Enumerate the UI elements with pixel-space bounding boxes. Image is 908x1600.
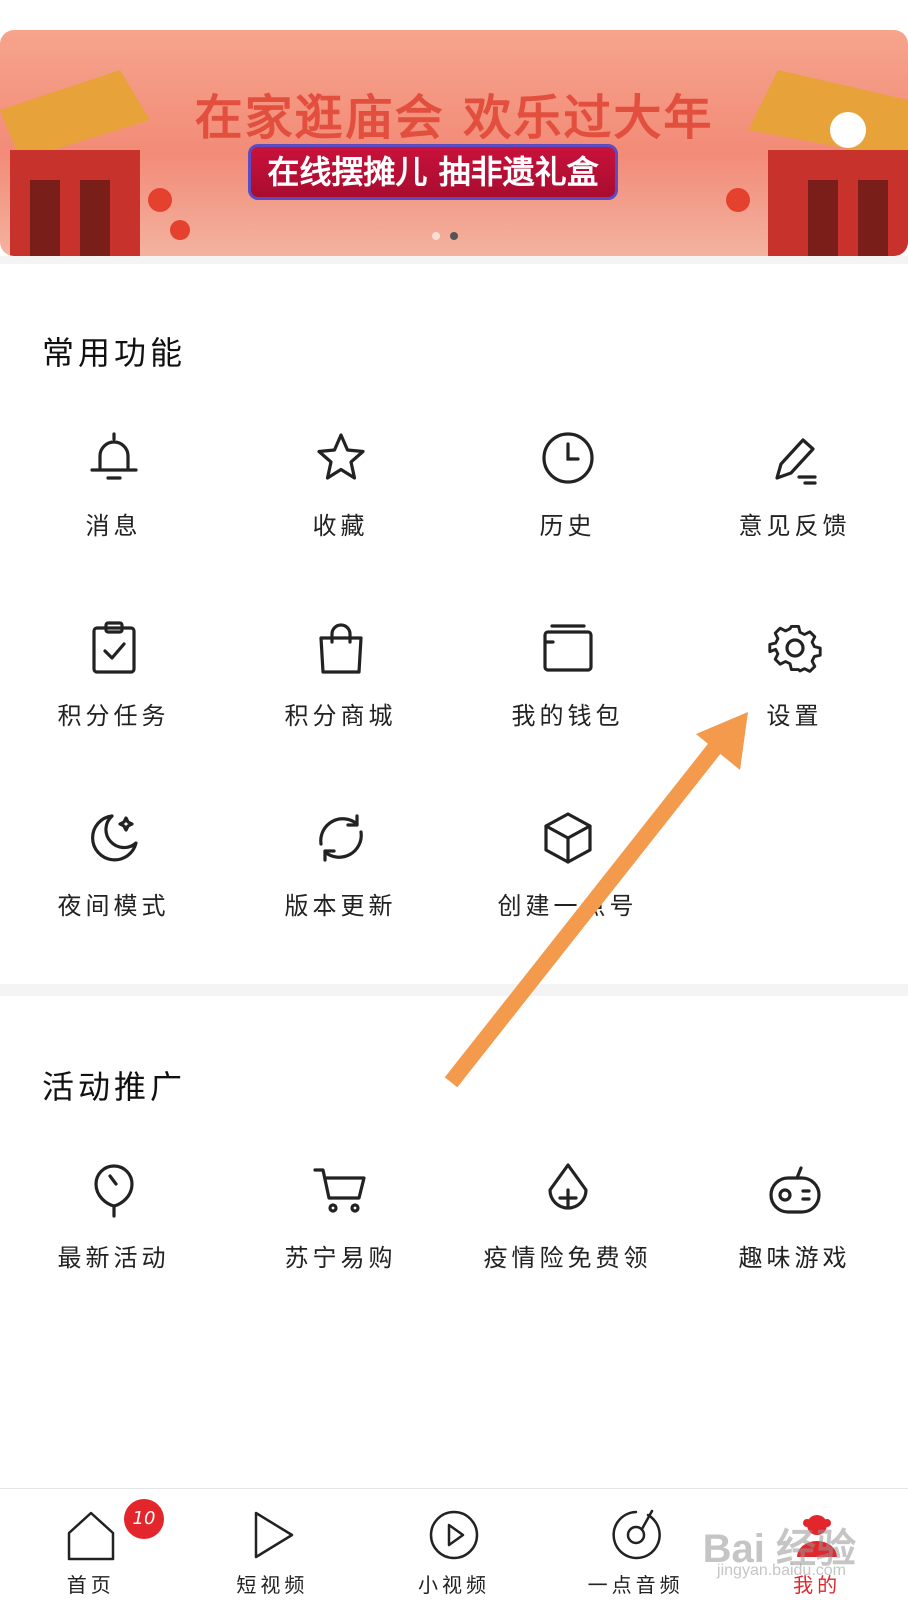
menu-item-label: 设置 bbox=[766, 702, 823, 730]
bell-icon bbox=[84, 428, 144, 488]
menu-item-label: 消息 bbox=[85, 512, 142, 540]
menu-item-label: 我的钱包 bbox=[511, 702, 624, 730]
wallet-icon bbox=[538, 618, 598, 678]
menu-item-label: 创建一点号 bbox=[497, 892, 638, 920]
section-divider bbox=[0, 984, 908, 996]
promo-banner[interactable]: 在家逛庙会 欢乐过大年 在线摆摊儿 抽非遗礼盒 bbox=[0, 30, 908, 256]
banner-subtitle: 在线摆摊儿 抽非遗礼盒 bbox=[248, 144, 618, 200]
star-icon bbox=[311, 428, 371, 488]
menu-item-label: 积分任务 bbox=[57, 702, 170, 730]
balloon-icon bbox=[84, 1160, 144, 1220]
cart-icon bbox=[311, 1160, 371, 1220]
banner-pagination bbox=[432, 232, 458, 240]
menu-item-suning[interactable]: 苏宁易购 bbox=[227, 1160, 454, 1273]
tab-home[interactable]: 10 首页 bbox=[0, 1489, 182, 1600]
tab-short-video[interactable]: 短视频 bbox=[182, 1489, 364, 1600]
cube-icon bbox=[538, 808, 598, 868]
tab-audio[interactable]: 一点音频 bbox=[545, 1489, 727, 1600]
pencil-icon bbox=[765, 428, 825, 488]
menu-item-favorites[interactable]: 收藏 bbox=[227, 428, 454, 541]
tab-label: 短视频 bbox=[236, 1573, 309, 1597]
refresh-icon bbox=[311, 808, 371, 868]
tab-label: 首页 bbox=[66, 1573, 115, 1597]
menu-item-feedback[interactable]: 意见反馈 bbox=[681, 428, 908, 541]
menu-item-label: 苏宁易购 bbox=[284, 1244, 397, 1272]
clock-icon bbox=[538, 428, 598, 488]
menu-item-messages[interactable]: 消息 bbox=[0, 428, 227, 541]
audio-disc-icon bbox=[608, 1507, 664, 1563]
menu-item-night-mode[interactable]: 夜间模式 bbox=[0, 808, 227, 921]
shopping-bag-icon bbox=[311, 618, 371, 678]
menu-item-label: 趣味游戏 bbox=[738, 1244, 851, 1272]
play-icon bbox=[244, 1507, 300, 1563]
menu-item-history[interactable]: 历史 bbox=[454, 428, 681, 541]
menu-item-label: 积分商城 bbox=[284, 702, 397, 730]
gamepad-icon bbox=[765, 1160, 825, 1220]
tab-label: 小视频 bbox=[417, 1573, 490, 1597]
clipboard-check-icon bbox=[84, 618, 144, 678]
moon-icon bbox=[84, 808, 144, 868]
menu-item-label: 夜间模式 bbox=[57, 892, 170, 920]
menu-item-label: 历史 bbox=[539, 512, 596, 540]
play-circle-icon bbox=[426, 1507, 482, 1563]
menu-item-label: 最新活动 bbox=[57, 1244, 170, 1272]
menu-item-label: 版本更新 bbox=[284, 892, 397, 920]
section-title-common: 常用功能 bbox=[42, 334, 187, 372]
watermark-url: jingyan.baidu.com bbox=[717, 1562, 846, 1579]
menu-item-settings[interactable]: 设置 bbox=[681, 618, 908, 731]
menu-item-latest-activity[interactable]: 最新活动 bbox=[0, 1160, 227, 1273]
banner-title: 在家逛庙会 欢乐过大年 bbox=[194, 90, 714, 146]
menu-item-label: 疫情险免费领 bbox=[483, 1244, 652, 1272]
banner-dot-active bbox=[450, 232, 458, 240]
gear-icon bbox=[765, 618, 825, 678]
menu-item-wallet[interactable]: 我的钱包 bbox=[454, 618, 681, 731]
section-title-promo: 活动推广 bbox=[42, 1068, 187, 1106]
menu-item-version-update[interactable]: 版本更新 bbox=[227, 808, 454, 921]
drop-plus-icon bbox=[538, 1160, 598, 1220]
section-divider bbox=[0, 256, 908, 264]
menu-item-points-tasks[interactable]: 积分任务 bbox=[0, 618, 227, 731]
menu-item-label: 意见反馈 bbox=[738, 512, 851, 540]
tab-mini-video[interactable]: 小视频 bbox=[363, 1489, 545, 1600]
tab-label: 一点音频 bbox=[587, 1573, 684, 1597]
menu-item-points-mall[interactable]: 积分商城 bbox=[227, 618, 454, 731]
menu-item-insurance[interactable]: 疫情险免费领 bbox=[454, 1160, 681, 1273]
menu-item-label: 收藏 bbox=[312, 512, 369, 540]
home-icon bbox=[63, 1507, 119, 1563]
menu-item-fun-games[interactable]: 趣味游戏 bbox=[681, 1160, 908, 1273]
notification-badge: 10 bbox=[124, 1499, 164, 1539]
menu-item-create-account[interactable]: 创建一点号 bbox=[454, 808, 681, 921]
banner-dot bbox=[432, 232, 440, 240]
